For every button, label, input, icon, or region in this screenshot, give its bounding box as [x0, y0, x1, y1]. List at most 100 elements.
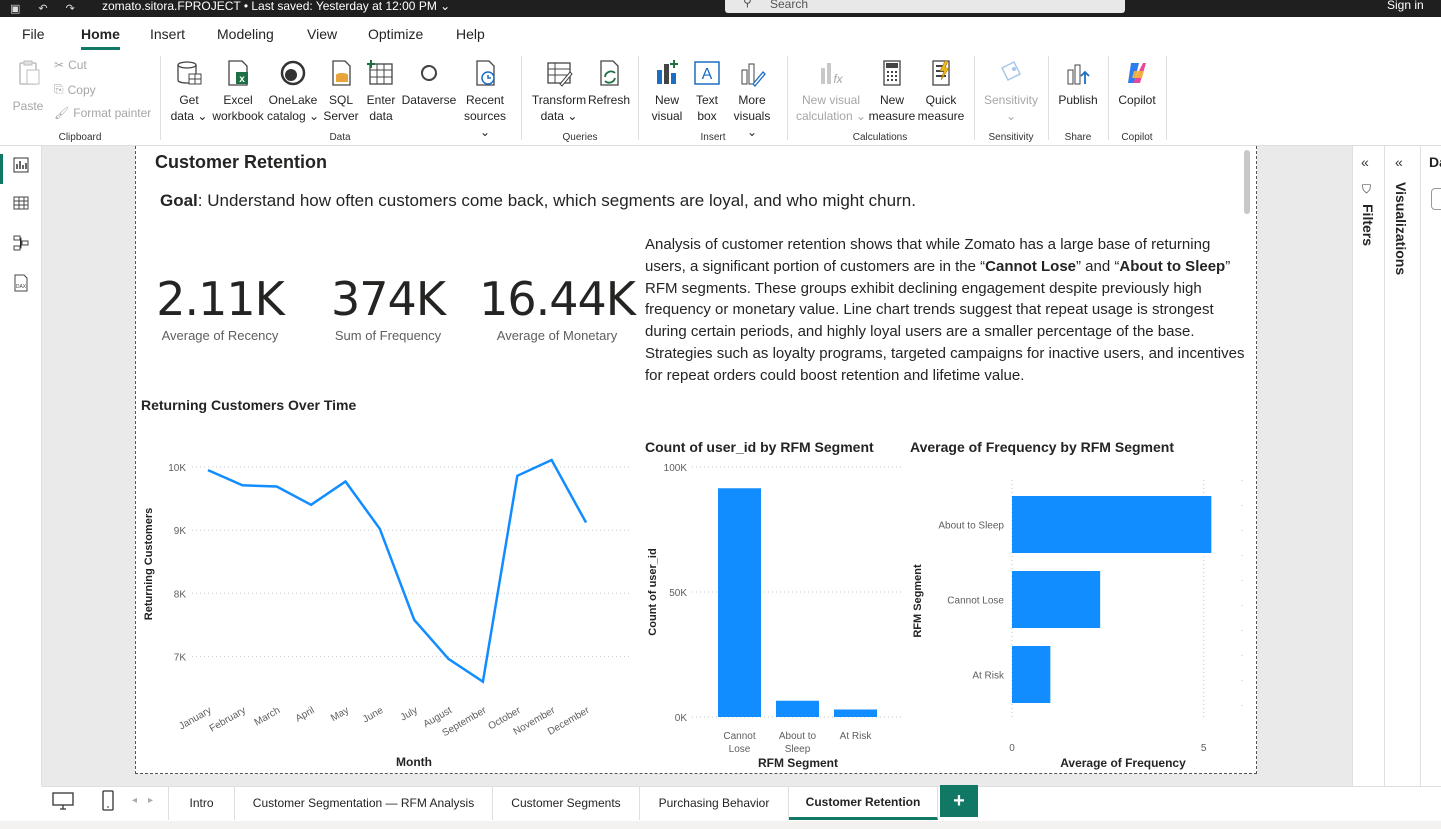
canvas-scrollbar[interactable]: [1244, 150, 1250, 214]
dataverse-button[interactable]: Dataverse: [401, 58, 457, 108]
x-tick-label: February: [208, 705, 248, 735]
paste-button[interactable]: Paste: [10, 58, 46, 113]
y-tick-label: About to Sleep: [938, 521, 1004, 532]
series-line: [207, 458, 588, 684]
kpi-card-frequency[interactable]: 374K Sum of Frequency: [318, 272, 458, 343]
table-view-icon[interactable]: [10, 192, 32, 214]
page-tab-intro[interactable]: Intro: [168, 786, 235, 820]
tab-insert[interactable]: Insert: [150, 26, 185, 42]
new-visual-button[interactable]: New visual: [648, 58, 686, 124]
mobile-layout-icon[interactable]: [102, 790, 114, 817]
page-title: Customer Retention: [155, 152, 328, 172]
x-tick-label: May: [329, 705, 351, 724]
recent-sources-button[interactable]: Recent sources ⌄: [458, 58, 512, 140]
paste-icon: [19, 60, 40, 85]
page-tab-customer-retention[interactable]: Customer Retention: [789, 786, 938, 820]
refresh-button[interactable]: Refresh: [588, 58, 630, 108]
tab-file[interactable]: File: [22, 26, 45, 42]
dax-query-view-icon[interactable]: DAX: [10, 272, 32, 294]
kpi-card-monetary[interactable]: 16.44K Average of Monetary: [477, 272, 637, 343]
sensitivity-icon: [1000, 60, 1022, 82]
window-title: zomato.sitora.FPROJECT • Last saved: Yes…: [102, 0, 450, 13]
tab-modeling[interactable]: Modeling: [217, 26, 274, 42]
x-tick-label: June: [361, 705, 386, 726]
ribbon-separator: [638, 56, 639, 140]
new-visual-calculation-button[interactable]: fx New visual calculation ⌄: [795, 58, 867, 124]
collapse-icon[interactable]: «: [1395, 154, 1403, 170]
report-view-icon[interactable]: [10, 154, 32, 176]
quick-measure-button[interactable]: Quick measure: [916, 58, 966, 124]
enter-data-label: Enter: [366, 93, 396, 107]
sql-label: SQL: [328, 93, 353, 107]
kpi-label: Average of Recency: [161, 328, 279, 343]
publish-label: Publish: [1058, 93, 1098, 107]
format-painter-label: Format painter: [73, 106, 152, 120]
save-icon[interactable]: ▣: [10, 2, 20, 15]
tab-optimize[interactable]: Optimize: [368, 26, 423, 42]
x-tick-label: 5: [1201, 743, 1207, 754]
ribbon-separator: [1166, 56, 1167, 140]
prev-page-icon[interactable]: ◂: [132, 795, 137, 806]
text-box-button[interactable]: A Text box: [689, 58, 725, 124]
filters-pane[interactable]: « ⛉ Filters: [1352, 146, 1384, 786]
ribbon-separator: [160, 56, 161, 140]
copy-button[interactable]: ⎘ Copy: [54, 82, 96, 97]
search-field[interactable]: [1431, 188, 1441, 210]
sql-server-button[interactable]: SQL Server: [322, 58, 360, 124]
desktop-layout-icon[interactable]: [52, 791, 74, 816]
page-tab-rfm-analysis[interactable]: Customer Segmentation — RFM Analysis: [235, 786, 493, 820]
transform-data-button[interactable]: Transform data ⌄: [530, 58, 588, 124]
new-measure-button[interactable]: New measure: [868, 58, 916, 124]
more-visuals-icon: [741, 63, 766, 87]
y-tick-label: 0K: [675, 713, 688, 724]
returning-customers-line-chart[interactable]: 7K 8K 9K 10K JanuaryFebruary March April May Jun…: [138, 418, 638, 773]
tab-view[interactable]: View: [307, 26, 337, 42]
copy-label: Copy: [67, 82, 96, 97]
onelake-catalog-button[interactable]: OneLake catalog ⌄: [266, 58, 320, 124]
x-tick-label: At Risk: [840, 731, 873, 742]
group-label-data: Data: [329, 132, 351, 143]
kpi-label: Average of Monetary: [496, 328, 618, 343]
enter-data-label-2: data: [369, 109, 393, 123]
search-box[interactable]: ⚲ Search: [725, 0, 1125, 13]
x-tick-label: March: [253, 705, 283, 728]
cut-button[interactable]: ✂ Cut: [54, 58, 87, 72]
collapse-icon[interactable]: «: [1361, 154, 1369, 170]
redo-icon[interactable]: ↷: [66, 2, 75, 15]
menu-bar: File Home Insert Modeling View Optimize …: [0, 17, 1441, 50]
ribbon: Paste ✂ Cut ⎘ Copy 🖌 Format painter Clipboa…: [0, 50, 1441, 146]
user-count-column-chart[interactable]: 0K 50K 100K Cannot Lose About to Sleep At Risk R…: [640, 458, 905, 773]
y-tick-label: 100K: [664, 463, 688, 474]
get-data-button[interactable]: Get data ⌄: [168, 58, 210, 124]
model-view-icon[interactable]: [10, 232, 32, 254]
avg-frequency-bar-chart[interactable]: 0 5 About to Sleep Cannot Lose At Risk Averag…: [905, 458, 1250, 773]
format-painter-button[interactable]: 🖌 Format painter: [54, 106, 151, 120]
publish-button[interactable]: Publish: [1056, 58, 1100, 108]
excel-icon: x: [228, 60, 248, 86]
analysis-bold-about-to-sleep: About to Sleep: [1119, 257, 1226, 275]
enter-data-button[interactable]: Enter data: [362, 58, 400, 124]
page-tab-purchasing-behavior[interactable]: Purchasing Behavior: [640, 786, 789, 820]
tab-help[interactable]: Help: [456, 26, 485, 42]
x-axis-title: RFM Segment: [758, 756, 838, 770]
status-bar: [0, 821, 1441, 829]
copilot-button[interactable]: Copilot: [1114, 58, 1160, 108]
visualizations-pane[interactable]: « Visualizations: [1384, 146, 1420, 786]
sensitivity-button[interactable]: Sensitivity ⌄: [980, 58, 1042, 124]
next-page-icon[interactable]: ▸: [148, 795, 153, 806]
kpi-card-recency[interactable]: 2.11K Average of Recency: [150, 272, 290, 343]
tab-home[interactable]: Home: [81, 26, 120, 50]
chevron-down-icon[interactable]: ⌄: [440, 0, 450, 13]
excel-workbook-button[interactable]: x Excel workbook: [210, 58, 266, 124]
page-tab-customer-segments[interactable]: Customer Segments: [493, 786, 640, 820]
sign-in-button[interactable]: Sign in: [1387, 0, 1424, 11]
file-title: zomato.sitora.FPROJECT: [102, 0, 241, 13]
data-pane[interactable]: Da: [1420, 146, 1441, 786]
group-label-copilot: Copilot: [1121, 132, 1153, 143]
quick-measure-label: Quick: [925, 93, 957, 107]
analysis-text-box[interactable]: Analysis of customer retention shows tha…: [645, 234, 1255, 387]
x-tick-label: Cannot Lose: [723, 731, 755, 755]
more-visuals-button[interactable]: More visuals ⌄: [727, 58, 777, 140]
undo-icon[interactable]: ↶: [38, 2, 47, 15]
add-page-button[interactable]: +: [940, 785, 978, 817]
